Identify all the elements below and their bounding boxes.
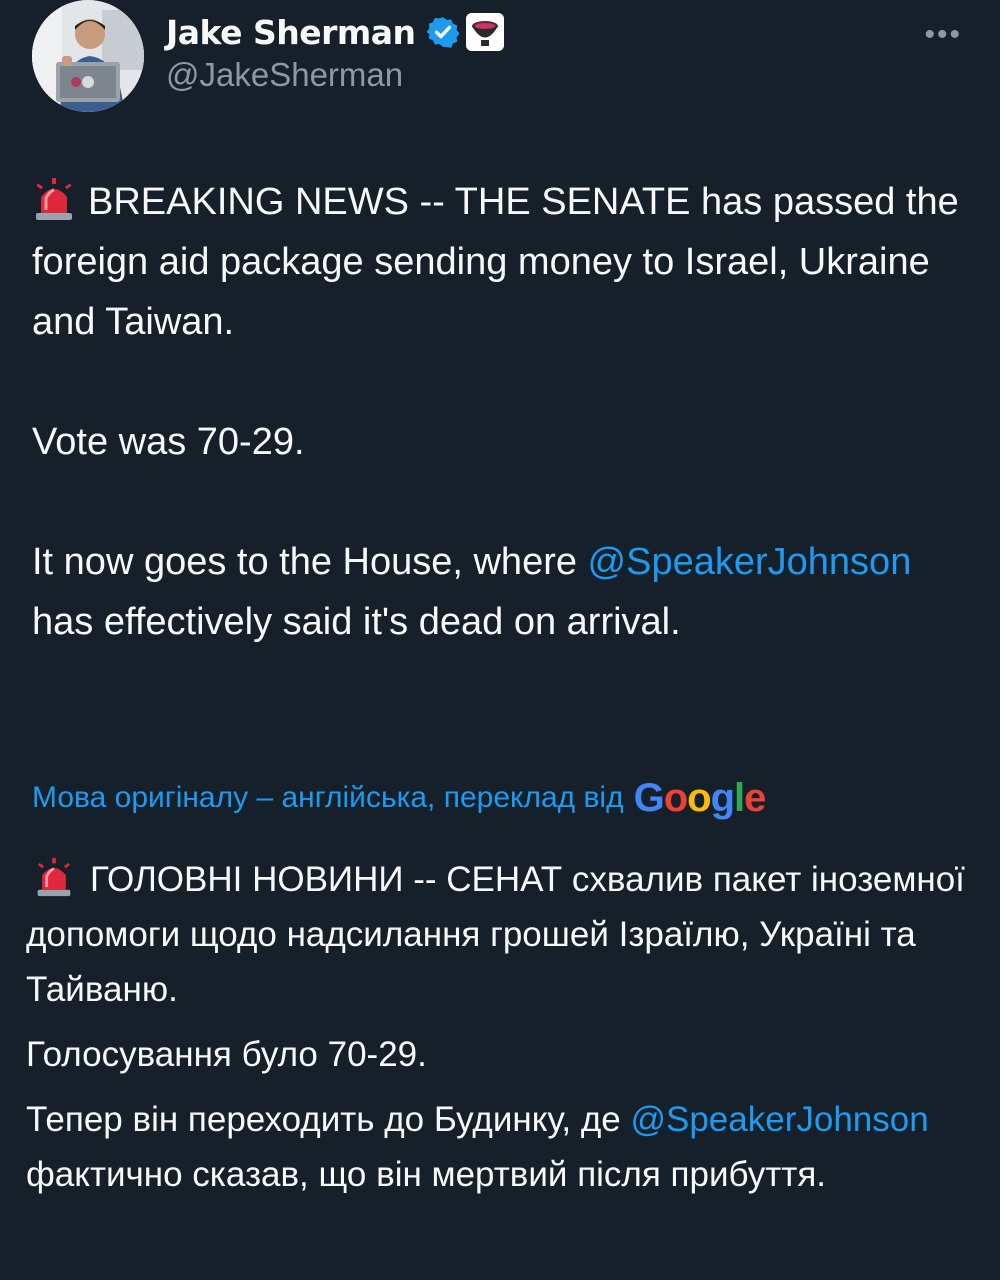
translated-line-3-prefix: Тепер він переходить до Будинку, де	[26, 1100, 631, 1139]
translated-paragraph-2: Голосування було 70-29.	[26, 1035, 427, 1074]
police-car-light-icon	[34, 857, 74, 897]
tweet-line-3-prefix: It now goes to the House, where	[32, 541, 588, 583]
display-name[interactable]: Jake Sherman	[166, 13, 416, 52]
google-letter: G	[633, 775, 665, 820]
translated-text: ГОЛОВНІ НОВИНИ -- СЕНАТ схвалив пакет ін…	[26, 852, 976, 1212]
google-letter: e	[744, 775, 766, 820]
google-letter: o	[663, 775, 688, 820]
tweet-text: BREAKING NEWS -- THE SENATE has passed t…	[32, 172, 972, 652]
verified-badge-icon	[426, 15, 460, 49]
name-row: Jake Sherman	[166, 10, 504, 54]
author-handle[interactable]: @JakeSherman	[166, 56, 403, 94]
tweet-paragraph-1: BREAKING NEWS -- THE SENATE has passed t…	[32, 172, 972, 352]
translation-notice[interactable]: Мова оригіналу – англійська, переклад ві…	[32, 770, 767, 826]
tweet-header: Jake Sherman @JakeSherman •••	[32, 0, 968, 112]
avatar[interactable]	[32, 0, 144, 112]
more-horizontal-icon[interactable]: •••	[924, 18, 962, 52]
google-logo: Google	[633, 775, 767, 821]
tweet-paragraph-3: It now goes to the House, where @Speaker…	[32, 532, 972, 652]
google-letter: l	[734, 775, 745, 820]
tweet-line-3-suffix: has effectively said it's dead on arriva…	[32, 601, 681, 643]
tweet-paragraph-2: Vote was 70-29.	[32, 421, 305, 463]
tweet-line-1: BREAKING NEWS -- THE SENATE has passed t…	[32, 181, 959, 343]
translated-line-3-suffix: фактично сказав, що він мертвий після пр…	[26, 1155, 827, 1194]
mention-link[interactable]: @SpeakerJohnson	[630, 1100, 928, 1139]
politico-playbook-badge[interactable]	[465, 13, 504, 51]
translated-paragraph-1: ГОЛОВНІ НОВИНИ -- СЕНАТ схвалив пакет ін…	[26, 852, 976, 1017]
translated-line-1: ГОЛОВНІ НОВИНИ -- СЕНАТ схвалив пакет ін…	[26, 860, 965, 1009]
police-car-light-icon	[32, 177, 76, 221]
translation-notice-text: Мова оригіналу – англійська, переклад ві…	[32, 781, 624, 814]
google-letter: o	[687, 775, 711, 820]
mention-link[interactable]: @SpeakerJohnson	[588, 541, 912, 583]
google-letter: g	[710, 775, 735, 820]
translated-paragraph-3: Тепер він переходить до Будинку, де @Spe…	[26, 1092, 976, 1202]
